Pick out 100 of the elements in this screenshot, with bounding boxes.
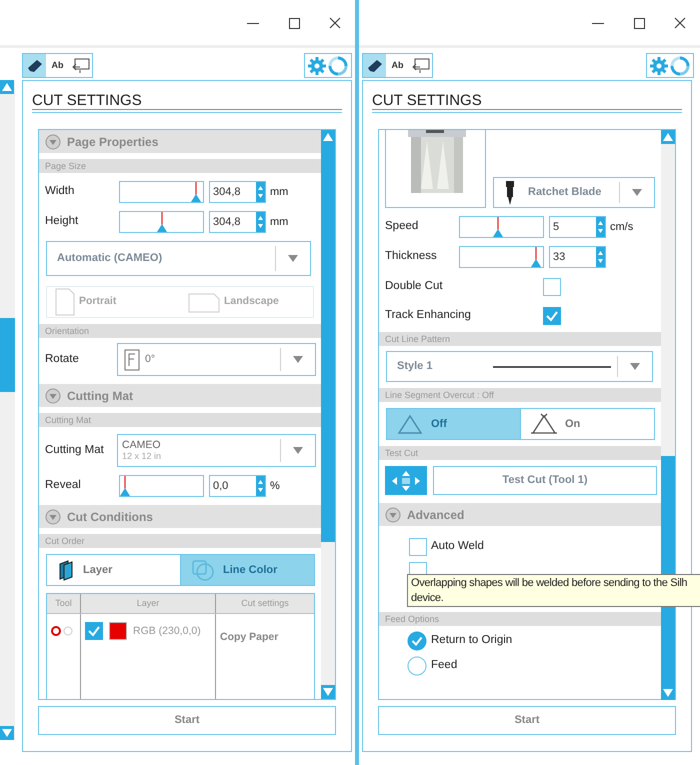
radio-button[interactable] (407, 631, 427, 651)
dropdown-subtitle: 12 x 12 in (122, 450, 162, 462)
scroll-down-icon (661, 686, 675, 700)
scrollbar[interactable] (0, 80, 15, 740)
tool-tab[interactable] (23, 54, 46, 77)
collapse-icon[interactable] (45, 508, 61, 524)
number-field[interactable]: 304,8 (209, 181, 266, 203)
tooltip-text: device. (411, 591, 444, 606)
slider-track[interactable] (459, 216, 544, 238)
field-label: Double Cut (385, 279, 444, 294)
collapse-icon[interactable] (45, 134, 61, 150)
section-subheader: Feed Options (379, 612, 661, 626)
field-label: Rotate (45, 352, 80, 367)
spinner-icon (256, 212, 265, 232)
scroll-thumb[interactable] (321, 144, 335, 542)
settings-icon[interactable] (308, 56, 326, 74)
section-subheader: Page Size (39, 159, 321, 173)
close-icon[interactable] (672, 14, 688, 30)
slider-track[interactable] (119, 211, 204, 233)
slider-thumb[interactable] (530, 247, 541, 267)
column-header: Cut settings (215, 594, 314, 613)
radio-label: Feed (431, 658, 458, 674)
dropdown-value: CAMEO (122, 440, 162, 450)
section-subheader: Cutting Mat (39, 413, 321, 427)
triangle-icon (531, 413, 557, 435)
slider-thumb[interactable] (120, 476, 130, 496)
unit-label: mm (270, 184, 288, 200)
segment-tab[interactable]: Line Color (180, 555, 314, 585)
number-field[interactable]: 0,0 (209, 475, 266, 497)
checkbox[interactable] (409, 538, 427, 556)
blade-icon (504, 180, 516, 204)
scroll-down-icon (321, 685, 335, 699)
refresh-icon[interactable] (328, 56, 348, 76)
segment-tab[interactable]: Off (387, 409, 520, 439)
number-field[interactable]: 5 (549, 216, 606, 238)
dropdown[interactable]: Automatic (CAMEO) (46, 241, 311, 276)
unit-label: mm (270, 214, 288, 230)
slider-track[interactable] (119, 181, 204, 203)
section-subheader: Orientation (39, 324, 321, 338)
checkbox[interactable] (543, 307, 561, 325)
pen-icon (366, 58, 382, 72)
section-subheader: Line Segment Overcut : Off (379, 388, 661, 402)
tool-tab[interactable] (363, 54, 386, 77)
checkbox[interactable] (85, 622, 103, 640)
caret-icon (293, 447, 303, 454)
field-label: Speed (385, 219, 420, 234)
caret-icon (293, 356, 303, 363)
scrollbar[interactable] (321, 130, 335, 699)
caret-icon (630, 363, 640, 370)
field-label: Height (45, 214, 80, 230)
slider-thumb[interactable] (156, 212, 166, 232)
radio-button[interactable] (407, 656, 427, 676)
unit-label: % (270, 478, 280, 494)
layer-name: RGB (230,0,0) (133, 624, 201, 639)
pen-icon (26, 58, 42, 72)
section-title: Cut Conditions (67, 508, 153, 526)
tool-radio[interactable] (51, 626, 61, 636)
radio-label: Return to Origin (431, 633, 512, 648)
panel-title: CUT SETTINGS (31, 91, 143, 109)
close-icon[interactable] (327, 14, 343, 30)
checkbox[interactable] (543, 278, 561, 296)
move-button[interactable] (385, 466, 427, 495)
refresh-icon[interactable] (670, 56, 690, 76)
scroll-down-icon (0, 726, 14, 740)
section-title: Advanced (407, 506, 464, 524)
checkbox-label: Auto Weld (431, 539, 484, 554)
dropdown[interactable]: CAMEO 12 x 12 in (117, 434, 316, 467)
caret-icon (288, 255, 298, 262)
field-label: Reveal (45, 478, 82, 494)
field-label: Track Enhancing (385, 308, 472, 324)
slider-track[interactable] (459, 246, 544, 268)
tooltip-text: Overlapping shapes will be welded before sending to the Silh (411, 576, 688, 591)
scroll-thumb[interactable] (0, 318, 15, 392)
layers-icon (57, 559, 75, 581)
section-subheader: Test Cut (379, 446, 661, 460)
dropdown[interactable]: Ratchet Blade (493, 177, 655, 208)
collapse-icon[interactable] (385, 506, 401, 522)
slider-thumb[interactable] (492, 217, 503, 237)
start-button[interactable]: Start (38, 706, 336, 735)
slider-track[interactable] (119, 475, 204, 497)
column-header: Layer (80, 594, 215, 613)
collapse-icon[interactable] (45, 388, 61, 404)
section-subheader: Cut Order (39, 534, 321, 548)
monitor-icon (72, 58, 90, 74)
dropdown[interactable]: 0° (117, 343, 316, 376)
spinner-icon (596, 217, 605, 237)
test-cut-button[interactable]: Test Cut (Tool 1) (433, 466, 657, 495)
slider-thumb[interactable] (190, 182, 201, 202)
caret-icon (632, 189, 642, 196)
spinner-icon (256, 182, 265, 202)
number-field[interactable]: 33 (549, 246, 606, 268)
arrows-icon (391, 470, 421, 492)
scroll-up-icon (661, 130, 675, 144)
scroll-up-icon (321, 130, 335, 144)
field-label: Thickness (385, 249, 438, 264)
start-button[interactable]: Start (378, 706, 676, 735)
line-pattern-icon (493, 364, 611, 368)
dropdown[interactable]: Style 1 (386, 351, 653, 382)
number-field[interactable]: 304,8 (209, 211, 266, 233)
settings-icon[interactable] (650, 56, 668, 74)
